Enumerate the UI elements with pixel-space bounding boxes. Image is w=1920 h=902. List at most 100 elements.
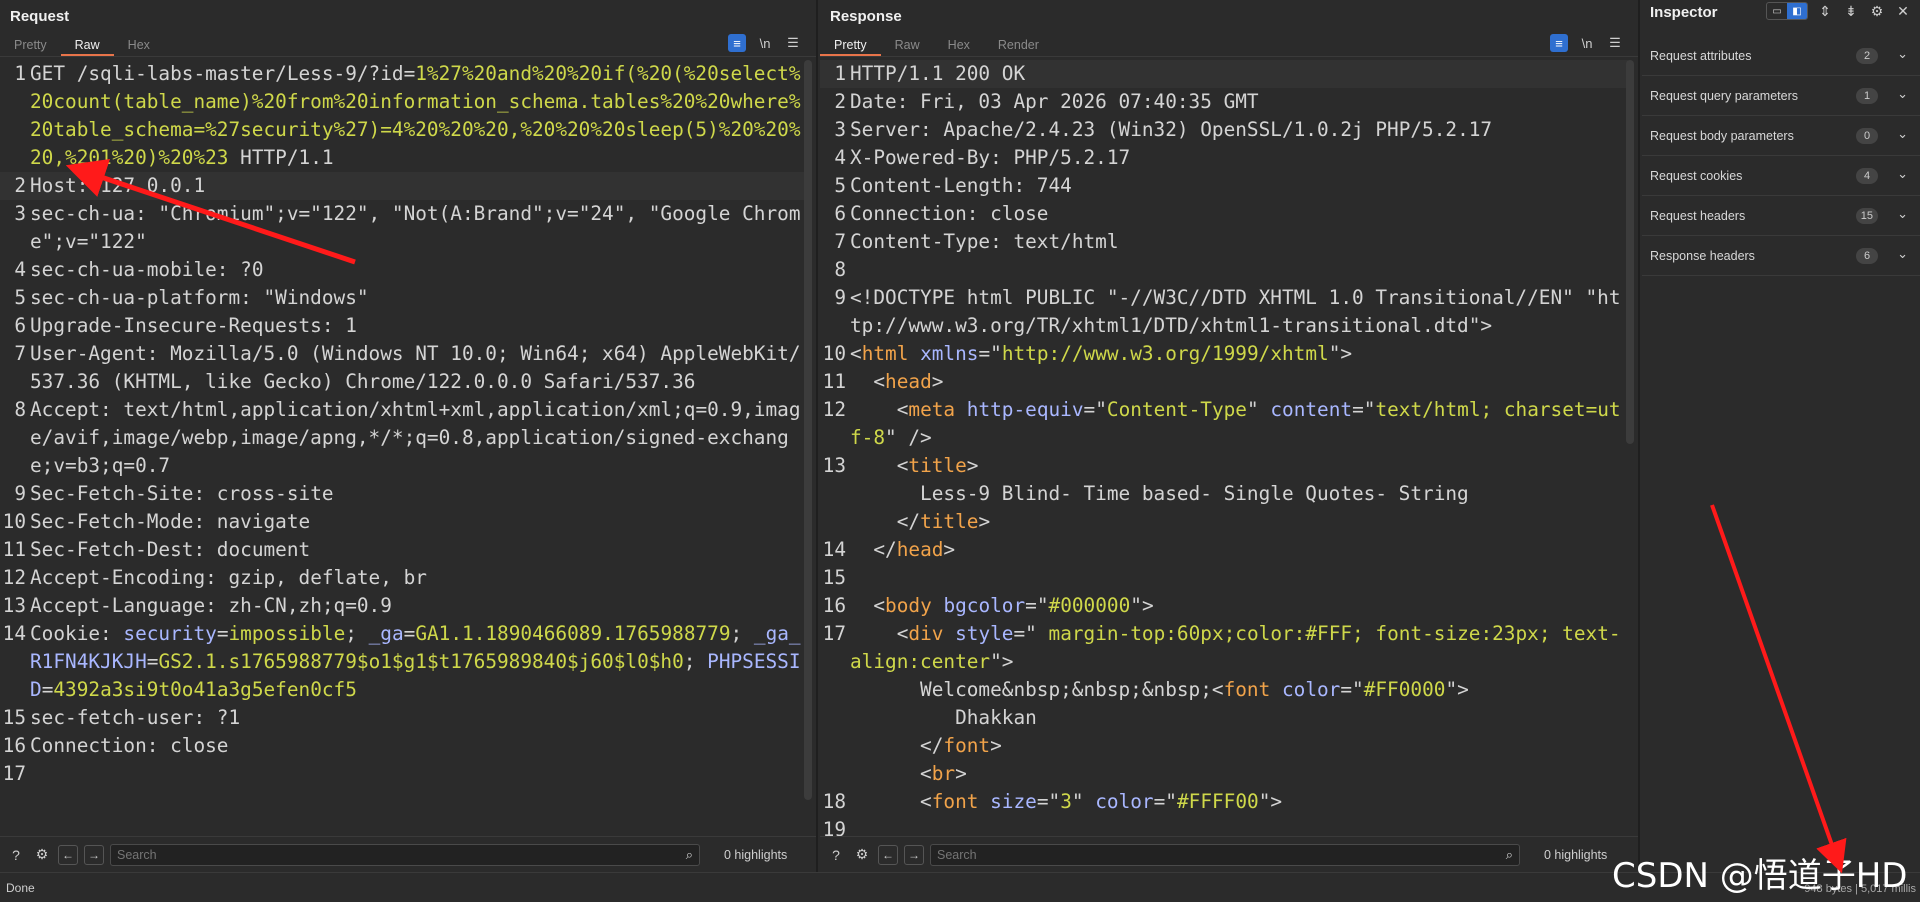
response-search-input[interactable] [931, 844, 1519, 865]
inspector-section[interactable]: Request attributes 2 ⌄ [1642, 36, 1920, 76]
tab-pretty[interactable]: Pretty [0, 34, 61, 56]
prev-arrow-icon[interactable]: ← [878, 844, 898, 865]
request-editor[interactable]: 1 GET /sqli-labs-master/Less-9/?id=1%27%2… [0, 60, 808, 836]
code-line: 9 Sec-Fetch-Site: cross-site [0, 480, 808, 508]
line-text: Upgrade-Insecure-Requests: 1 [30, 314, 357, 337]
chevron-down-icon[interactable]: ⌄ [1897, 246, 1908, 262]
burp-repeater-window: ▥ ▤ ▬ Request Pretty Raw Hex ≡ \n ☰ 1GET… [0, 0, 1920, 902]
prev-arrow-icon[interactable]: ← [58, 844, 78, 865]
line-text: </head> [850, 538, 956, 561]
response-editor[interactable]: 1 HTTP/1.1 200 OK 2 Date: Fri, 03 Apr 2026 … [820, 60, 1628, 836]
newline-toggle-icon[interactable]: \n [1578, 34, 1596, 52]
inspector-section[interactable]: Response headers 6 ⌄ [1642, 236, 1920, 276]
line-number: 9 [834, 286, 846, 309]
line-number: 16 [2, 734, 26, 757]
line-number: 19 [822, 818, 846, 836]
code-line: 10 Sec-Fetch-Mode: navigate [0, 508, 808, 536]
line-number: 1 [14, 62, 26, 85]
collapse-icon[interactable]: ⇟ [1842, 2, 1860, 20]
response-search-bar: ? ⚙ ← → ⌕ 0 highlights [820, 836, 1638, 872]
inspector-view-toggle[interactable]: ▭ ◧ [1766, 2, 1808, 20]
inspector-section-label: Request body parameters [1650, 128, 1794, 143]
newline-toggle-icon[interactable]: \n [756, 34, 774, 52]
close-icon[interactable]: ✕ [1894, 2, 1912, 20]
line-text [850, 816, 1628, 836]
next-arrow-icon[interactable]: → [904, 844, 924, 865]
wrap-lines-icon[interactable]: ≡ [728, 34, 746, 52]
code-line: 3 Server: Apache/2.4.23 (Win32) OpenSSL/1… [820, 116, 1628, 144]
inspector-section[interactable]: Request body parameters 0 ⌄ [1642, 116, 1920, 156]
line-number: 10 [822, 342, 846, 365]
code-line: 10 <html xmlns="http://www.w3.org/1999/xh… [820, 340, 1628, 368]
settings-gear-icon[interactable]: ⚙ [852, 845, 872, 865]
line-text: X-Powered-By: PHP/5.2.17 [850, 146, 1131, 169]
line-text: Sec-Fetch-Mode: navigate [30, 510, 311, 533]
list-view-icon[interactable]: ▭ [1767, 3, 1787, 19]
line-text: HTTP/1.1 200 OK [850, 62, 1026, 85]
request-panel: Request Pretty Raw Hex ≡ \n ☰ 1 GET /sqli… [0, 0, 818, 872]
response-search-field: ⌕ [930, 843, 1520, 866]
code-line: 4 X-Powered-By: PHP/5.2.17 [820, 144, 1628, 172]
chevron-down-icon[interactable]: ⌄ [1897, 46, 1908, 62]
code-line: 3 sec-ch-ua: "Chromium";v="122", "Not(A:B… [0, 200, 808, 256]
count-badge: 4 [1856, 168, 1878, 184]
settings-gear-icon[interactable]: ⚙ [1868, 2, 1886, 20]
menu-icon[interactable]: ☰ [784, 34, 802, 52]
code-line: 11 <head> [820, 368, 1628, 396]
line-number: 18 [822, 790, 846, 813]
line-text: sec-ch-ua-mobile: ?0 [30, 258, 264, 281]
code-line: 13 <title> Less-9 Blind- Time based- Sin… [820, 452, 1628, 536]
settings-gear-icon[interactable]: ⚙ [32, 845, 52, 865]
line-number: 5 [834, 174, 846, 197]
menu-icon[interactable]: ☰ [1606, 34, 1624, 52]
tab-raw[interactable]: Raw [881, 34, 934, 56]
line-number: 13 [2, 594, 26, 617]
tab-hex[interactable]: Hex [934, 34, 984, 56]
next-arrow-icon[interactable]: → [84, 844, 104, 865]
tab-raw[interactable]: Raw [60, 34, 114, 56]
count-badge: 1 [1856, 88, 1878, 104]
split-view-icon[interactable]: ◧ [1787, 3, 1807, 19]
code-line: 9 <!DOCTYPE html PUBLIC "-//W3C//DTD XHTM… [820, 284, 1628, 340]
line-text: Accept-Encoding: gzip, deflate, br [30, 566, 427, 589]
wrap-lines-icon[interactable]: ≡ [1550, 34, 1568, 52]
code-line: 5 sec-ch-ua-platform: "Windows" [0, 284, 808, 312]
tab-hex[interactable]: Hex [114, 34, 164, 56]
inspector-section[interactable]: Request cookies 4 ⌄ [1642, 156, 1920, 196]
help-icon[interactable]: ? [6, 845, 26, 865]
code-line: 8 Accept: text/html,application/xhtml+xml… [0, 396, 808, 480]
code-line: 1 GET /sqli-labs-master/Less-9/?id=1%27%2… [0, 60, 808, 172]
line-text: sec-ch-ua: "Chromium";v="122", "Not(A:Br… [30, 202, 801, 253]
line-number: 7 [14, 342, 26, 365]
code-line: 7 User-Agent: Mozilla/5.0 (Windows NT 10.… [0, 340, 808, 396]
line-number: 11 [2, 538, 26, 561]
expand-icon[interactable]: ⇕ [1816, 2, 1834, 20]
line-text [850, 564, 1628, 592]
response-scrollbar[interactable] [1626, 60, 1634, 444]
chevron-down-icon[interactable]: ⌄ [1897, 206, 1908, 222]
inspector-section[interactable]: Request query parameters 1 ⌄ [1642, 76, 1920, 116]
line-text: sec-fetch-user: ?1 [30, 706, 241, 729]
count-badge: 0 [1856, 128, 1878, 144]
status-text: Done [6, 881, 35, 895]
inspector-section[interactable]: Request headers 15 ⌄ [1642, 196, 1920, 236]
line-number: 5 [14, 286, 26, 309]
response-title: Response [830, 8, 902, 25]
response-tabs: Pretty Raw Hex Render [820, 34, 1053, 56]
tab-render[interactable]: Render [984, 34, 1053, 56]
request-scrollbar[interactable] [804, 60, 812, 800]
request-title: Request [10, 8, 70, 25]
inspector-section-label: Request headers [1650, 208, 1746, 223]
line-number: 16 [822, 594, 846, 617]
code-line: 4 sec-ch-ua-mobile: ?0 [0, 256, 808, 284]
chevron-down-icon[interactable]: ⌄ [1897, 126, 1908, 142]
request-search-field: ⌕ [110, 843, 700, 866]
help-icon[interactable]: ? [826, 845, 846, 865]
code-line: 14 </head> [820, 536, 1628, 564]
code-line: 12 <meta http-equiv="Content-Type" conte… [820, 396, 1628, 452]
chevron-down-icon[interactable]: ⌄ [1897, 166, 1908, 182]
tab-pretty[interactable]: Pretty [820, 34, 881, 56]
request-search-input[interactable] [111, 844, 699, 865]
chevron-down-icon[interactable]: ⌄ [1897, 86, 1908, 102]
line-number: 2 [834, 90, 846, 113]
